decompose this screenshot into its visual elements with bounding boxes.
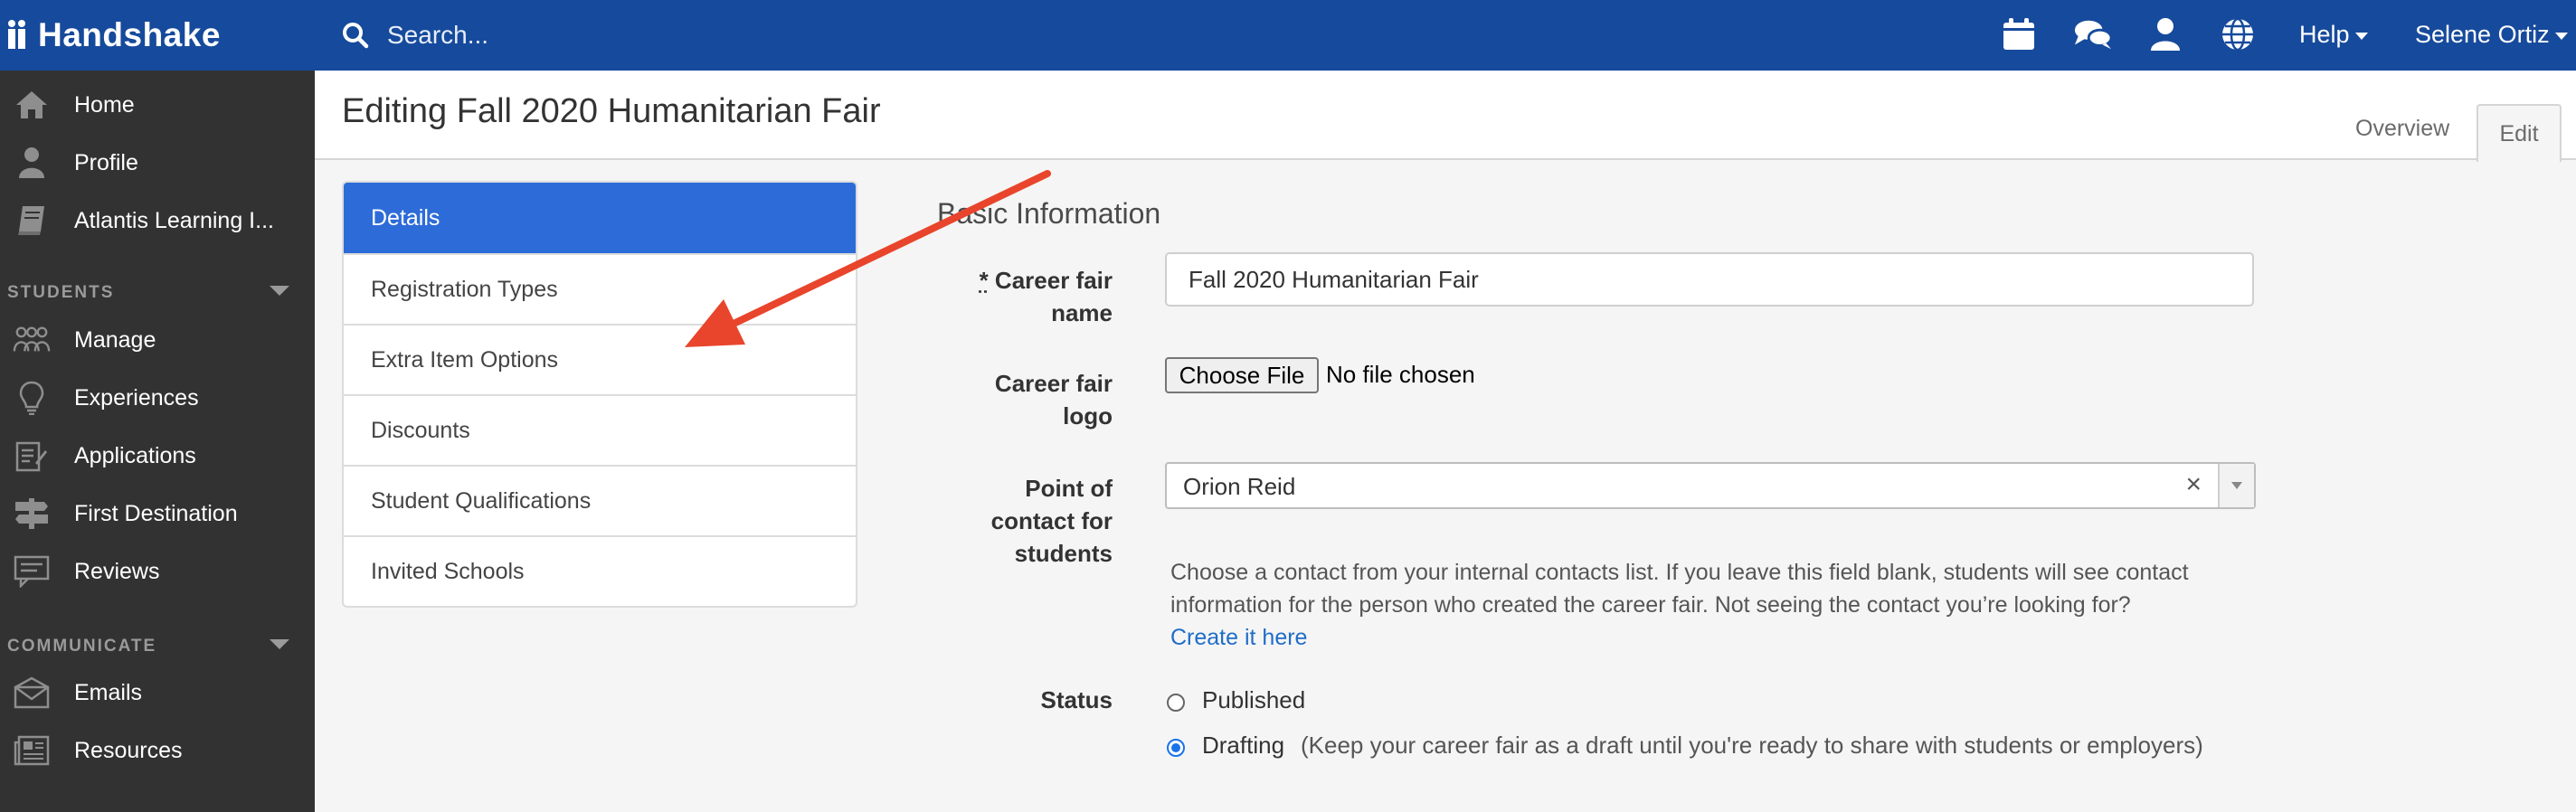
sidebar-item-home[interactable]: Home: [0, 81, 315, 128]
career-fair-name-label: * Career fair name: [895, 264, 1113, 329]
sidebar-item-manage[interactable]: Manage: [0, 316, 315, 364]
review-icon: [13, 552, 51, 590]
sidebar-item-label: Profile: [74, 149, 138, 175]
choose-file-button[interactable]: Choose File: [1165, 357, 1319, 393]
sidebar-item-label: First Destination: [74, 500, 238, 526]
chevron-down-icon[interactable]: [270, 639, 289, 649]
user-icon[interactable]: [2145, 14, 2185, 54]
career-fair-name-input[interactable]: [1165, 252, 2254, 307]
create-contact-link[interactable]: Create it here: [1170, 625, 1307, 650]
handshake-logo-icon: [8, 20, 25, 49]
top-navigation-bar: Handshake Search... Help Selene Ortiz: [0, 0, 2576, 71]
career-fair-logo-label: Career fair logo: [895, 367, 1113, 432]
required-mark: *: [979, 267, 989, 294]
status-label: Status: [1040, 686, 1113, 713]
sidebar-item-institution[interactable]: Atlantis Learning I...: [0, 197, 315, 244]
radio-published[interactable]: [1167, 694, 1185, 712]
radio-drafting[interactable]: [1167, 739, 1185, 757]
label-line: name: [1051, 299, 1113, 326]
section-title: Basic Information: [937, 197, 1161, 230]
sidebar-item-reviews[interactable]: Reviews: [0, 548, 315, 595]
user-icon: [13, 144, 51, 182]
point-of-contact-label: Point of contact for students: [895, 472, 1113, 570]
tab-edit[interactable]: Edit: [2477, 104, 2562, 162]
sidebar-item-emails[interactable]: Emails: [0, 669, 315, 716]
sidebar-item-label: Manage: [74, 326, 156, 353]
global-search[interactable]: [342, 13, 930, 58]
book-icon: [13, 202, 51, 240]
contact-help-text: Choose a contact from your internal cont…: [1170, 556, 2192, 654]
group-icon: [13, 321, 51, 359]
menu-item-extra-item-options[interactable]: Extra Item Options: [344, 324, 856, 394]
radio-drafting-hint: (Keep your career fair as a draft until …: [1301, 732, 2203, 759]
page-header: Editing Fall 2020 Humanitarian Fair Over…: [315, 71, 2576, 162]
label-line: contact for: [990, 507, 1113, 534]
label-line: Career fair: [994, 267, 1113, 294]
calendar-icon[interactable]: [1999, 14, 2039, 54]
chat-icon[interactable]: [2073, 14, 2113, 54]
file-status: No file chosen: [1326, 361, 1475, 388]
page-title: Editing Fall 2020 Humanitarian Fair: [342, 92, 881, 130]
sidebar-item-resources[interactable]: Resources: [0, 727, 315, 774]
dropdown-arrow-icon[interactable]: [2218, 464, 2254, 507]
help-menu-label: Help: [2299, 20, 2350, 48]
home-icon: [13, 86, 51, 124]
help-text-body: Choose a contact from your internal cont…: [1170, 560, 2189, 618]
help-menu[interactable]: Help: [2299, 14, 2368, 54]
user-name: Selene Ortiz: [2415, 20, 2550, 48]
radio-published-label: Published: [1202, 686, 1306, 713]
menu-item-student-qualifications[interactable]: Student Qualifications: [344, 465, 856, 535]
sidebar-item-applications[interactable]: Applications: [0, 432, 315, 479]
user-menu[interactable]: Selene Ortiz: [2415, 14, 2568, 54]
label-line: students: [1014, 540, 1113, 567]
brand-name: Handshake: [38, 16, 221, 53]
sidebar-item-label: Experiences: [74, 384, 199, 411]
brand-logo[interactable]: Handshake: [7, 13, 221, 58]
document-icon: [13, 437, 51, 475]
menu-item-discounts[interactable]: Discounts: [344, 394, 856, 465]
envelope-icon: [13, 674, 51, 712]
radio-drafting-label: Drafting: [1202, 732, 1285, 759]
label-line: Point of: [1025, 475, 1113, 502]
sidebar-item-label: Home: [74, 91, 135, 118]
signpost-icon: [13, 495, 51, 533]
tab-overview[interactable]: Overview: [2355, 116, 2449, 142]
sidebar-section-communicate: COMMUNICATE: [7, 637, 157, 656]
sidebar-item-label: Applications: [74, 442, 196, 468]
sidebar: Home Profile Atlantis Learning I... STUD…: [0, 71, 315, 812]
sidebar-item-label: Emails: [74, 679, 143, 705]
sidebar-item-label: Resources: [74, 737, 183, 763]
edit-sections-menu: Details Registration Types Extra Item Op…: [342, 181, 857, 608]
newspaper-icon: [13, 732, 51, 770]
tab-edit-label: Edit: [2499, 120, 2539, 146]
sidebar-item-label: Atlantis Learning I...: [74, 207, 274, 233]
sidebar-section-students: STUDENTS: [7, 283, 115, 302]
menu-item-registration-types[interactable]: Registration Types: [344, 253, 856, 324]
globe-icon[interactable]: [2218, 14, 2258, 54]
sidebar-item-experiences[interactable]: Experiences: [0, 374, 315, 421]
clear-icon[interactable]: ×: [2185, 469, 2202, 500]
chevron-down-icon: [2554, 33, 2568, 40]
sidebar-item-label: Reviews: [74, 558, 160, 584]
label-line: logo: [1063, 402, 1113, 430]
point-of-contact-select[interactable]: Orion Reid ×: [1165, 462, 2256, 509]
label-line: Career fair: [994, 370, 1113, 397]
search-icon: [343, 23, 369, 49]
selected-contact: Orion Reid: [1183, 473, 1296, 500]
lightbulb-icon: [13, 379, 51, 417]
menu-item-invited-schools[interactable]: Invited Schools: [344, 535, 856, 606]
sidebar-item-first-destination[interactable]: First Destination: [0, 490, 315, 537]
search-input[interactable]: [387, 21, 930, 50]
chevron-down-icon: [2354, 33, 2368, 40]
chevron-down-icon[interactable]: [270, 286, 289, 296]
menu-item-details[interactable]: Details: [344, 183, 856, 253]
sidebar-item-profile[interactable]: Profile: [0, 139, 315, 186]
